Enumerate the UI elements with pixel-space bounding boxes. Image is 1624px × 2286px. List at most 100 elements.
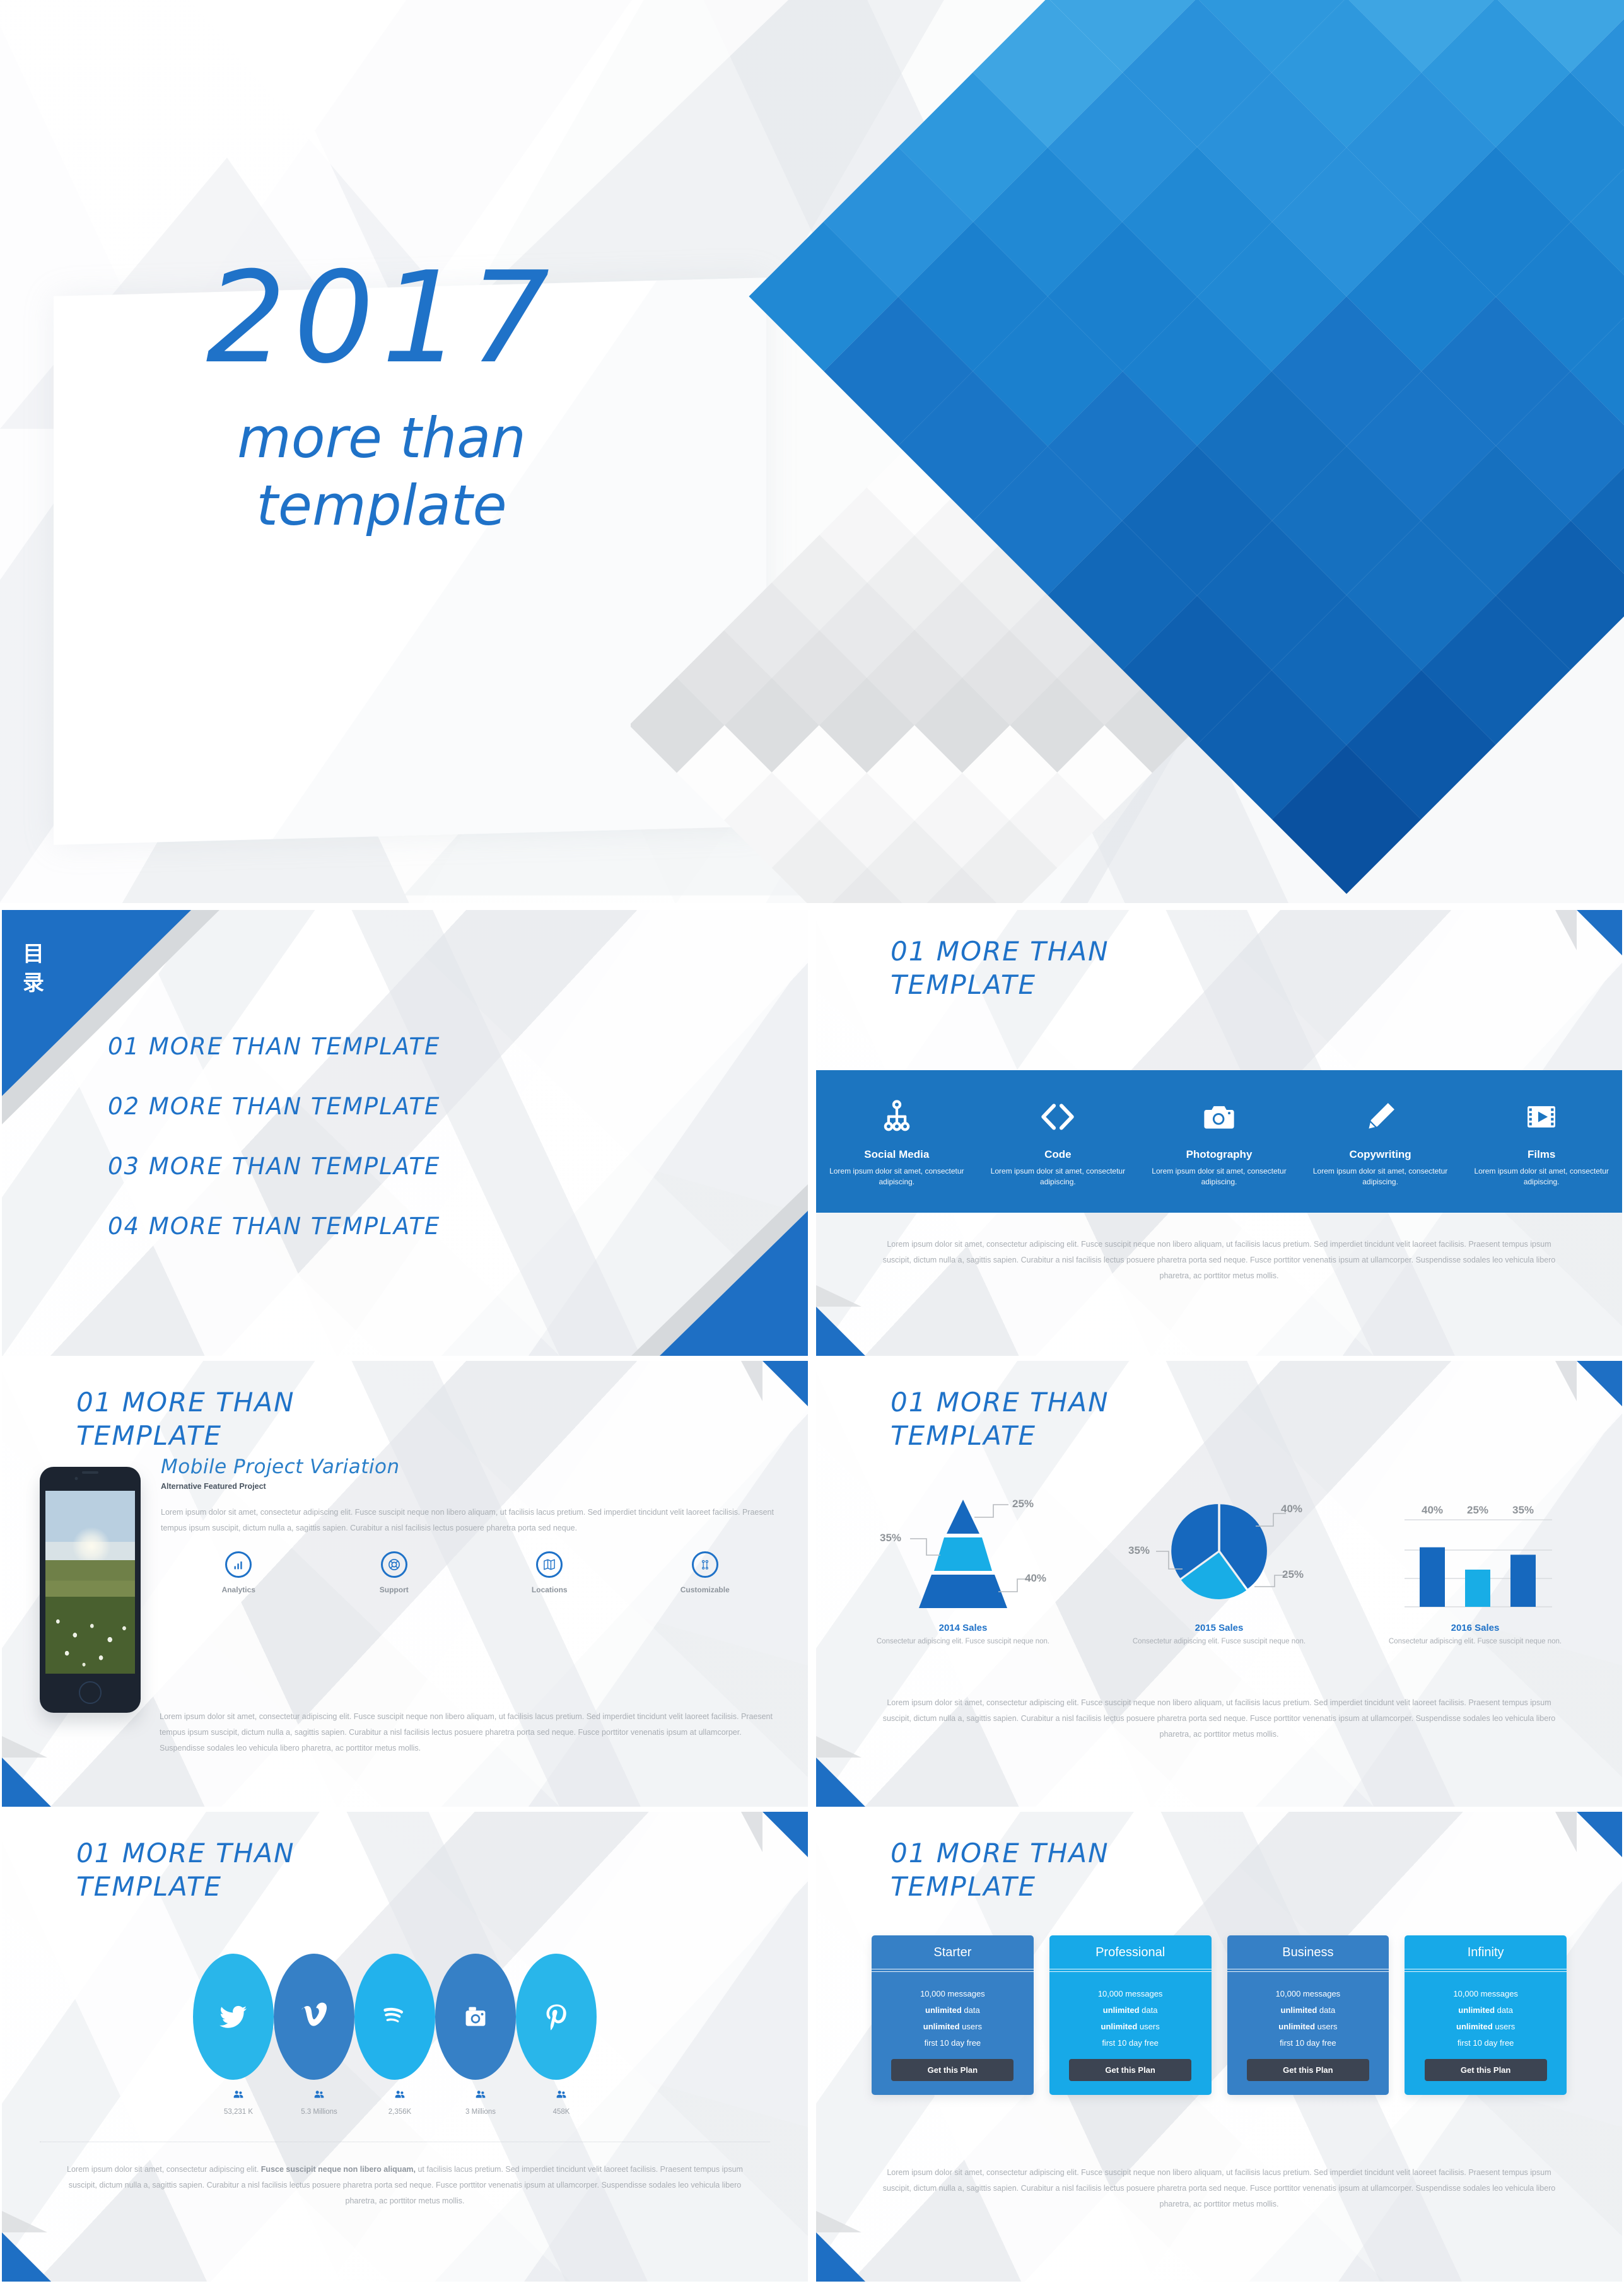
mobile-subheading: Alternative Featured Project	[161, 1482, 266, 1491]
users-icon	[516, 2089, 607, 2103]
pie-chart: 40% 25% 35%	[1128, 1503, 1304, 1599]
map-icon	[536, 1551, 563, 1578]
social-stat: 53,231 K	[193, 2089, 284, 2117]
corner-triangle-bottom-left	[816, 1758, 865, 1807]
sitemap-icon	[820, 1095, 974, 1138]
title-subtitle-line1: more than	[237, 405, 526, 470]
feature-cell-4[interactable]: Copywriting Lorem ipsum dolor sit amet, c…	[1300, 1095, 1461, 1188]
bar-chart-icon	[225, 1551, 252, 1578]
corner-triangle-top-right	[1577, 910, 1622, 955]
mobile-feature-4[interactable]: Customizable	[628, 1551, 783, 1595]
social-network-4[interactable]: 3 Millions	[435, 1954, 526, 2117]
mobile-copy-block: Mobile Project Variation Alternative Fea…	[161, 1455, 783, 1595]
social-count: 5.3 Millions	[301, 2108, 337, 2116]
feature-cell-2[interactable]: Code Lorem ipsum dolor sit amet, consecte…	[978, 1095, 1139, 1188]
plan-name: Starter	[933, 1945, 972, 1959]
pinterest-icon[interactable]	[516, 1954, 597, 2080]
mobile-feature-1[interactable]: Analytics	[161, 1551, 317, 1595]
spotify-icon[interactable]	[354, 1954, 435, 2080]
chart-title: 2016 Sales	[1451, 1623, 1500, 1633]
corner-shadow-bottom	[2, 2211, 47, 2232]
phone-screen-photo	[45, 1491, 135, 1674]
feature-title: Copywriting	[1349, 1148, 1411, 1160]
plan-feature: first 10 day free	[924, 2038, 981, 2048]
toc-item-2[interactable]: 02 MORE THAN TEMPLATE	[108, 1093, 440, 1120]
features-slide: 01 MORE THAN TEMPLATE Social Media Lorem …	[816, 910, 1622, 1356]
feature-cell-1[interactable]: Social Media Lorem ipsum dolor sit amet, …	[816, 1095, 978, 1188]
feature-title: Social Media	[864, 1148, 930, 1160]
vimeo-icon[interactable]	[274, 1954, 354, 2080]
chart-description: Consectetur adipiscing elit. Fusce susci…	[1132, 1638, 1306, 1645]
svg-text:40%: 40%	[1422, 1504, 1443, 1516]
title-block: 2017 more than template	[161, 255, 602, 540]
footer-bold: Fusce suscipit neque non libero aliquam,	[260, 2165, 416, 2174]
pricing-slide: 01 MORE THAN TEMPLATE Starter 10,000 mess…	[816, 1812, 1622, 2282]
feature-desc: Lorem ipsum dolor sit amet, consectetur …	[1474, 1166, 1609, 1186]
chart-description: Consectetur adipiscing elit. Fusce susci…	[1388, 1638, 1562, 1645]
slide-title: 01 MORE THAN TEMPLATE	[891, 1838, 1109, 1902]
social-network-2[interactable]: 5.3 Millions	[274, 1954, 365, 2117]
social-stat: 2,356K	[354, 2089, 445, 2117]
mobile-feature-label: Analytics	[221, 1585, 255, 1594]
footer-paragraph: Lorem ipsum dolor sit amet, consectetur …	[882, 1240, 1556, 1280]
twitter-icon[interactable]	[193, 1954, 274, 2080]
plan-feature: unlimited users	[923, 2022, 982, 2031]
plan-name: Professional	[1095, 1945, 1165, 1959]
corner-shadow	[1555, 1812, 1577, 1852]
svg-text:25%: 25%	[1282, 1568, 1304, 1580]
toc-item-1[interactable]: 01 MORE THAN TEMPLATE	[108, 1033, 440, 1060]
pricing-card-2: Professional 10,000 messages unlimited dat…	[1049, 1935, 1212, 2095]
get-plan-button[interactable]: Get this Plan	[891, 2059, 1014, 2081]
corner-shadow-bottom	[816, 1285, 862, 1307]
toc-item-3[interactable]: 03 MORE THAN TEMPLATE	[108, 1153, 440, 1180]
feature-cell-5[interactable]: Films Lorem ipsum dolor sit amet, consect…	[1461, 1095, 1622, 1188]
title-subtitle: more than template	[161, 404, 602, 540]
slide-title: 01 MORE THAN TEMPLATE	[891, 936, 1109, 1000]
corner-triangle-bottom-left	[2, 2232, 51, 2282]
svg-text:40%: 40%	[1025, 1572, 1046, 1584]
social-network-1[interactable]: 53,231 K	[193, 1954, 284, 2117]
instagram-icon[interactable]	[435, 1954, 516, 2080]
pricing-card-4: Infinity 10,000 messages unlimited data unl…	[1405, 1935, 1567, 2095]
chart-column-2: 40% 25% 35% 2015 Sales Consectetur adipiscin…	[1091, 1481, 1347, 1648]
footer-part1: Lorem ipsum dolor sit amet, consectetur …	[67, 2165, 261, 2174]
plan-features: 10,000 messages unlimited data unlimited u…	[1227, 1972, 1389, 2095]
slide-title: 01 MORE THAN TEMPLATE	[76, 1838, 295, 1902]
chart-graphic: 40% 25% 35%	[1091, 1481, 1347, 1616]
social-network-3[interactable]: 2,356K	[354, 1954, 445, 2117]
chart-column-3: 40% 25% 35% 2016 Sales Consectetur adipiscin…	[1347, 1481, 1603, 1648]
plan-feature: first 10 day free	[1457, 2038, 1514, 2048]
mobile-project-slide: 01 MORE THAN TEMPLATE Mobile Project Var…	[2, 1361, 808, 1807]
phone-mockup	[40, 1467, 141, 1713]
mobile-feature-label: Support	[379, 1585, 409, 1594]
svg-text:40%: 40%	[1281, 1503, 1302, 1515]
mobile-feature-3[interactable]: Locations	[472, 1551, 628, 1595]
lifebuoy-icon	[380, 1551, 407, 1578]
corner-triangle-top-right	[1577, 1361, 1622, 1406]
corner-shadow	[1555, 1361, 1577, 1401]
svg-text:35%: 35%	[1128, 1544, 1150, 1556]
social-network-5[interactable]: 458K	[516, 1954, 607, 2117]
feature-desc: Lorem ipsum dolor sit amet, consectetur …	[1152, 1166, 1287, 1186]
corner-shadow-bottom	[816, 2211, 862, 2232]
plan-feature: 10,000 messages	[1097, 1989, 1163, 1998]
get-plan-button[interactable]: Get this Plan	[1424, 2059, 1547, 2081]
toc-item-4[interactable]: 04 MORE THAN TEMPLATE	[108, 1213, 440, 1240]
social-count: 458K	[552, 2108, 570, 2116]
get-plan-button[interactable]: Get this Plan	[1246, 2059, 1369, 2081]
feature-desc: Lorem ipsum dolor sit amet, consectetur …	[990, 1166, 1126, 1186]
phone-speaker	[82, 1471, 98, 1474]
corner-triangle-top-right	[1577, 1812, 1622, 1857]
get-plan-button[interactable]: Get this Plan	[1069, 2059, 1192, 2081]
feature-cell-3[interactable]: Photography Lorem ipsum dolor sit amet, c…	[1138, 1095, 1300, 1188]
chart-graphic: 25% 35% 40%	[835, 1481, 1091, 1616]
chart-graphic: 40% 25% 35%	[1347, 1481, 1603, 1616]
users-icon	[193, 2089, 284, 2103]
title-year: 2017	[206, 245, 558, 392]
plan-feature: unlimited users	[1278, 2022, 1338, 2031]
pricing-card-1: Starter 10,000 messages unlimited data unli…	[872, 1935, 1034, 2095]
toc-list: 01 MORE THAN TEMPLATE 02 MORE THAN TEMPLA…	[108, 1033, 440, 1273]
charts-slide: 01 MORE THAN TEMPLATE 25% 35% 40% 2014 Sale…	[816, 1361, 1622, 1807]
mobile-feature-2[interactable]: Support	[317, 1551, 472, 1595]
slide-title: 01 MORE THAN TEMPLATE	[76, 1387, 295, 1451]
